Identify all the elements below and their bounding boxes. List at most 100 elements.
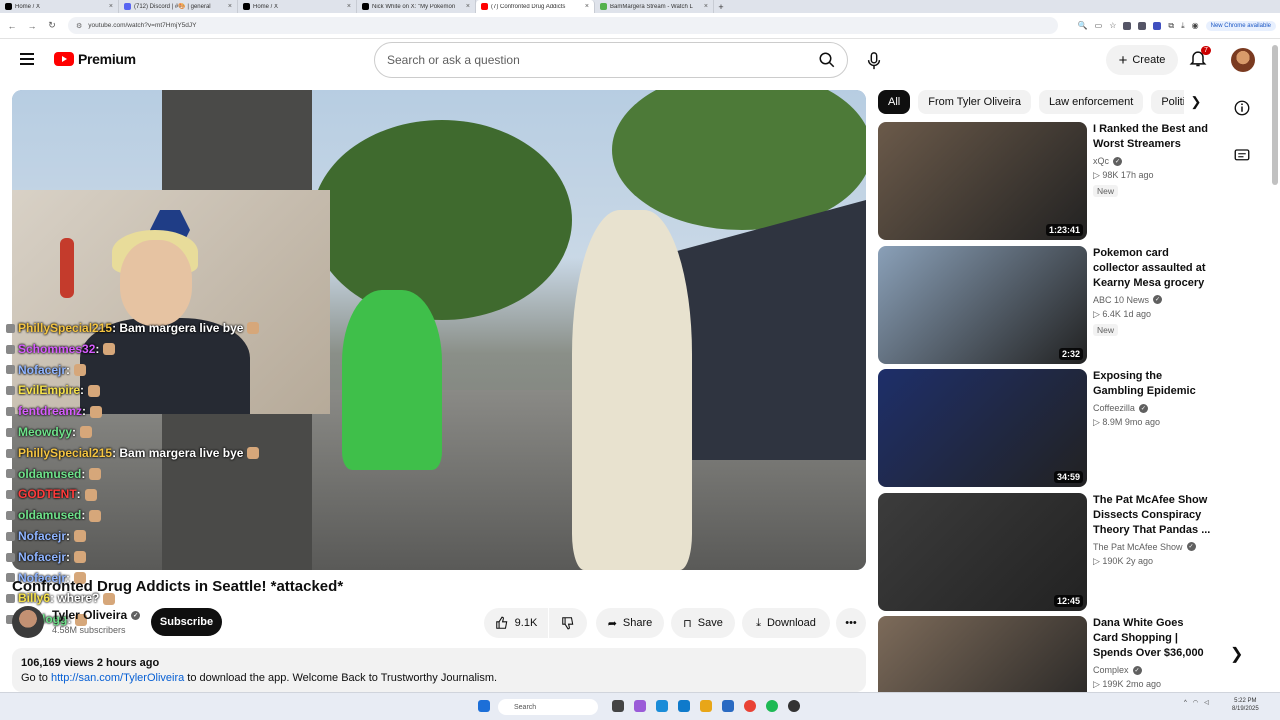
app-icon[interactable] [656,700,668,712]
video-title[interactable]: I Ranked the Best and Worst Streamers [1093,122,1211,152]
close-icon[interactable]: × [466,3,470,10]
chat-text: : [95,341,100,356]
close-icon[interactable]: × [347,3,351,10]
app-icon[interactable] [788,700,800,712]
channel-name[interactable]: ABC 10 News [1093,295,1149,305]
description-link[interactable]: http://san.com/TylerOliveira [51,672,184,684]
channel-name[interactable]: The Pat McAfee Show [1093,542,1183,552]
wifi-icon[interactable]: ◠ [1193,699,1198,706]
search-button[interactable] [807,43,847,77]
save-button[interactable]: ⊓ Save [671,608,735,638]
chat-badge-icon [6,365,15,375]
filter-chip[interactable]: Law enforcement [1038,90,1144,114]
video-title[interactable]: The Pat McAfee Show Dissects Conspiracy … [1093,493,1211,538]
extension-icon[interactable] [1123,21,1132,30]
tab-title: (7) Confronted Drug Addicts [491,3,566,10]
clock[interactable]: 5:22 PM 8/19/2025 [1232,697,1259,713]
video-thumbnail[interactable]: 34:59 [878,369,1087,487]
youtube-logo[interactable]: Premium [54,51,136,67]
views-age: 190K 2y ago [1102,555,1153,566]
close-icon[interactable]: × [585,3,589,10]
zoom-icon[interactable]: 🔍 [1078,21,1088,30]
recommended-video[interactable]: 12:45 The Pat McAfee Show Dissects Conspi… [878,492,1212,611]
dislike-button[interactable] [549,608,587,638]
browser-tab[interactable]: Home / X × [238,0,357,13]
video-thumbnail[interactable]: 12:45 [878,492,1087,611]
search-input[interactable] [387,53,807,67]
spotify-icon[interactable] [766,700,778,712]
chevron-up-icon[interactable]: ^ [1184,700,1187,706]
video-title[interactable]: Dana White Goes Card Shopping | Spends O… [1093,616,1211,661]
explorer-icon[interactable] [700,700,712,712]
extension-icon[interactable] [1153,21,1162,30]
app-icon[interactable] [722,700,734,712]
recommended-video[interactable]: 34:59 Exposing the Gambling Epidemic Coffe… [878,369,1212,487]
chat-icon[interactable] [1228,142,1256,170]
video-thumbnail[interactable]: 1:23:41 [878,122,1087,240]
channel-name[interactable]: Complex [1093,665,1129,675]
downloads-icon[interactable]: ⤓ [1181,21,1185,31]
browser-tab[interactable]: BamMargera Stream - Watch L × [595,0,714,13]
video-thumbnail[interactable]: 2:32 [878,245,1087,364]
create-button[interactable]: + Create [1106,45,1178,75]
bookmark-star-icon[interactable]: ☆ [1109,21,1116,30]
close-icon[interactable]: × [109,3,113,10]
browser-tab[interactable]: (712) Discord | #🎨 | general × [119,0,238,13]
close-icon[interactable]: × [228,3,232,10]
close-icon[interactable]: × [704,3,708,10]
scrollbar[interactable] [1272,45,1278,185]
chrome-icon[interactable] [744,700,756,712]
channel-name-row[interactable]: Tyler Oliveira ✓ [52,608,141,622]
volume-icon[interactable]: ◁ [1204,699,1209,706]
edge-icon[interactable] [678,700,690,712]
like-button[interactable]: 9.1K [484,608,548,638]
filter-chip[interactable]: All [878,90,911,114]
browser-tab[interactable]: (7) Confronted Drug Addicts × [476,0,595,13]
channel-name[interactable]: Coffeezilla [1093,403,1135,413]
description-box[interactable]: 106,169 views 2 hours ago Go to http://s… [12,648,866,692]
reload-icon[interactable]: ↻ [44,20,60,31]
video-frame [312,120,572,320]
info-icon[interactable] [1228,94,1256,122]
taskbar-search[interactable]: Search [498,699,598,715]
channel-name[interactable]: xQc [1093,156,1109,166]
video-title[interactable]: Pokemon card collector assaulted at Kear… [1093,246,1211,291]
start-icon[interactable] [478,700,490,712]
taskview-icon[interactable] [612,700,624,712]
chat-badge-icon [6,531,15,541]
browser-tab[interactable]: Home / X × [0,0,119,13]
cast-icon[interactable]: ▭ [1095,21,1103,30]
logo-text: Premium [78,51,136,67]
more-actions-button[interactable]: ••• [836,608,866,638]
new-tab-button[interactable]: + [714,0,728,13]
address-bar[interactable]: ⚙ youtube.com/watch?v=mt7HmjY5dJY [68,17,1058,34]
forward-icon[interactable]: → [24,21,40,31]
browser-tab[interactable]: Nick White on X: "My Pokemon × [357,0,476,13]
voice-search-button[interactable] [860,47,888,75]
chevron-right-icon[interactable]: ❯ [1184,90,1208,114]
channel-name[interactable]: Tyler Oliveira [52,608,127,622]
share-button[interactable]: ➦ Share [596,608,664,638]
recommended-video[interactable]: 2:32 Pokemon card collector assaulted at … [878,245,1212,364]
browser-tab-strip: Home / X × (712) Discord | #🎨 | general × Ho… [0,0,1280,13]
chrome-update-button[interactable]: New Chrome available [1205,20,1276,31]
download-button[interactable]: ⤓ Download [742,608,830,638]
account-avatar[interactable] [1231,48,1255,72]
system-tray[interactable]: ^ ◠ ◁ [1184,699,1209,707]
filter-chip[interactable]: From Tyler Oliveira [918,90,1031,114]
chat-message: PhillySpecial215: Bam margera live bye [6,318,306,339]
plus-icon: + [1118,51,1128,69]
notifications-button[interactable]: 7 [1188,46,1212,72]
subscribe-button[interactable]: Subscribe [151,608,222,636]
menu-icon[interactable] [20,53,34,65]
back-icon[interactable]: ← [4,21,20,31]
chevron-right-icon[interactable]: ❯ [1230,644,1243,664]
extensions-puzzle-icon[interactable]: ⧉ [1168,21,1174,31]
extension-icon[interactable] [1138,21,1147,30]
channel-avatar[interactable] [12,606,44,638]
app-icon[interactable] [634,700,646,712]
site-info-icon[interactable]: ⚙ [76,22,82,30]
video-title[interactable]: Exposing the Gambling Epidemic [1093,369,1211,399]
recommended-video[interactable]: 1:23:41 I Ranked the Best and Worst Strea… [878,122,1212,240]
profile-icon[interactable]: ◉ [1192,21,1199,30]
